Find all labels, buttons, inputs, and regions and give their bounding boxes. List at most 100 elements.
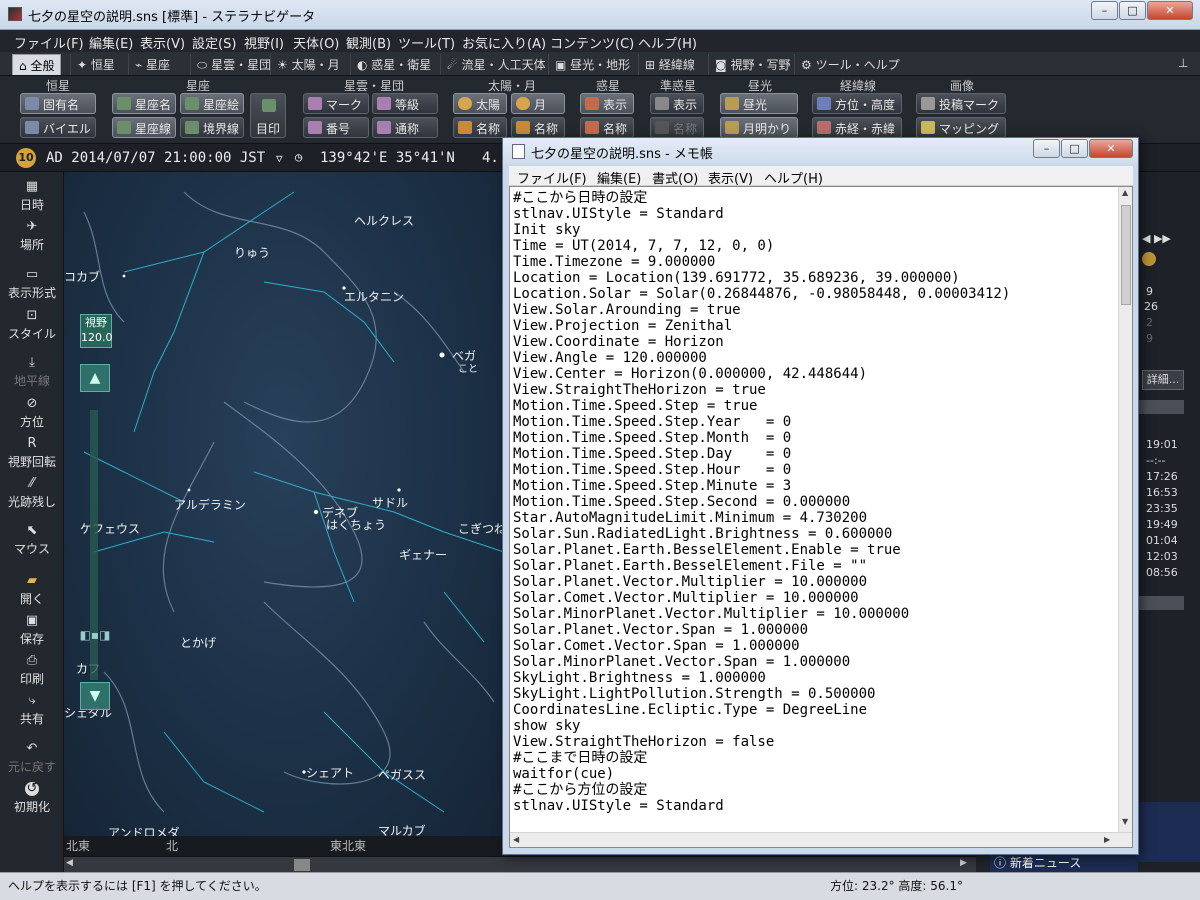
tab-stars[interactable]: ✦ 恒星	[70, 54, 121, 75]
script-line[interactable]: Time.Timezone = 9.000000	[513, 254, 1113, 270]
script-line[interactable]: Motion.Time.Speed.Step.Month = 0	[513, 430, 1113, 446]
script-line[interactable]: Star.AutoMagnitudeLimit.Minimum = 4.7302…	[513, 510, 1113, 526]
tab-nebulae[interactable]: ⬭ 星雲・星団	[190, 54, 277, 75]
script-line[interactable]: Location.Solar = Solar(0.26844876, -0.98…	[513, 286, 1113, 302]
nebula-mark-button[interactable]: マーク	[303, 93, 369, 114]
dropdown-icon[interactable]: ▽	[276, 152, 283, 165]
sidebar-datetime[interactable]: ▦ 日時	[0, 180, 64, 213]
script-line[interactable]: Solar.Planet.Earth.BesselElement.File = …	[513, 558, 1113, 574]
maximize-button[interactable]: □	[1119, 1, 1146, 20]
script-line[interactable]: Motion.Time.Speed.Step = true	[513, 398, 1113, 414]
script-line[interactable]: #ここまで日時の設定	[513, 750, 1113, 766]
sidebar-location[interactable]: ✈ 場所	[0, 220, 64, 253]
panel-nav-icon[interactable]: ◀ ▶▶	[1142, 232, 1171, 245]
script-line[interactable]: Time = UT(2014, 7, 7, 12, 0, 0)	[513, 238, 1113, 254]
tab-meteors[interactable]: ☄ 流星・人工天体	[440, 54, 552, 75]
menu-edit[interactable]: 編集(E)	[89, 33, 133, 52]
sun-name-button[interactable]: 名称	[453, 117, 507, 138]
nebula-magnitude-button[interactable]: 等級	[372, 93, 438, 114]
script-line[interactable]: waitfor(cue)	[513, 766, 1113, 782]
scroll-thumb[interactable]	[294, 859, 310, 871]
moonlight-button[interactable]: 月明かり	[720, 117, 798, 138]
moon-button[interactable]: 月	[511, 93, 565, 114]
constellation-mark-button[interactable]: 目印	[250, 93, 286, 138]
menu-observe[interactable]: 観測(B)	[346, 33, 391, 52]
location-readout[interactable]: 139°42'E 35°41'N	[320, 150, 455, 166]
script-line[interactable]: SkyLight.Brightness = 1.000000	[513, 670, 1113, 686]
minimize-button[interactable]: –	[1091, 1, 1118, 20]
news-bar[interactable]: ⓘ 新着ニュース	[990, 852, 1138, 872]
menu-file[interactable]: ファイル(F)	[14, 33, 84, 52]
now-icon[interactable]: ◷	[295, 150, 302, 164]
zoom-handle[interactable]: ◧▪◨	[76, 628, 114, 646]
sky-view[interactable]: りゅう ヘルクレス エルタニン ベガ こと コカブ アルデラミン デネブ はくち…	[64, 172, 504, 836]
planet-name-button[interactable]: 名称	[580, 117, 634, 138]
script-line[interactable]: stlnav.UIStyle = Standard	[513, 206, 1113, 222]
mapping-button[interactable]: マッピング	[916, 117, 1006, 138]
moon-name-button[interactable]: 名称	[511, 117, 565, 138]
dwarf-planet-show-button[interactable]: 表示	[650, 93, 704, 114]
sidebar-print[interactable]: ⎙ 印刷	[0, 654, 64, 687]
sidebar-rotate-view[interactable]: R 視野回転	[0, 437, 64, 470]
notepad-menu-help[interactable]: ヘルプ(H)	[764, 168, 823, 187]
menu-field[interactable]: 視野(I)	[244, 33, 284, 52]
sidebar-undo[interactable]: ↶ 元に戻す	[0, 742, 64, 775]
script-line[interactable]: Solar.Sun.RadiatedLight.Brightness = 0.6…	[513, 526, 1113, 542]
scroll-down-icon[interactable]: ▼	[1122, 817, 1128, 826]
script-text[interactable]: #ここから日時の設定 stlnav.UIStyle = Standard Init …	[513, 190, 1113, 814]
sidebar-save[interactable]: ▣ 保存	[0, 614, 64, 647]
constellation-name-button[interactable]: 星座名	[112, 93, 176, 114]
zoom-out-button[interactable]: ▼	[80, 682, 110, 710]
sidebar-display-format[interactable]: ▭ 表示形式	[0, 268, 64, 301]
constellation-picture-button[interactable]: 星座絵	[180, 93, 244, 114]
script-line[interactable]: Solar.Planet.Earth.BesselElement.Enable …	[513, 542, 1113, 558]
sidebar-direction[interactable]: ⊘ 方位	[0, 397, 64, 430]
sidebar-share[interactable]: ⤷ 共有	[0, 694, 64, 727]
script-line[interactable]: Motion.Time.Speed.Step.Second = 0.000000	[513, 494, 1113, 510]
script-line[interactable]: Solar.Comet.Vector.Multiplier = 10.00000…	[513, 590, 1113, 606]
daylight-button[interactable]: 昼光	[720, 93, 798, 114]
tab-field-of-view[interactable]: ◙ 視野・写野	[708, 54, 796, 75]
boundary-button[interactable]: 境界線	[180, 117, 244, 138]
notepad-menu-edit[interactable]: 編集(E)	[597, 168, 641, 187]
script-line[interactable]: View.Projection = Zenithal	[513, 318, 1113, 334]
menu-settings[interactable]: 設定(S)	[192, 33, 236, 52]
sidebar-style[interactable]: ⊡ スタイル	[0, 309, 64, 342]
notepad-maximize-button[interactable]: □	[1061, 139, 1088, 158]
notepad-menu-format[interactable]: 書式(O)	[652, 168, 698, 187]
notepad-text-area[interactable]: #ここから日時の設定 stlnav.UIStyle = Standard Init …	[509, 186, 1133, 848]
sidebar-open[interactable]: ▰ 開く	[0, 574, 64, 607]
script-line[interactable]: #ここから日時の設定	[513, 190, 1113, 206]
script-line[interactable]: Solar.Planet.Vector.Multiplier = 10.0000…	[513, 574, 1113, 590]
sidebar-trails[interactable]: ⁄⁄ 光跡残し	[0, 477, 64, 510]
notepad-horizontal-scrollbar[interactable]: ◀ ▶	[510, 832, 1132, 847]
script-line[interactable]: Motion.Time.Speed.Step.Minute = 3	[513, 478, 1113, 494]
script-line[interactable]: show sky	[513, 718, 1113, 734]
tab-constellations[interactable]: ⌁ 星座	[128, 54, 176, 75]
tab-general[interactable]: ⌂ 全般	[12, 54, 62, 75]
sidebar-horizon[interactable]: ⤓ 地平線	[0, 356, 64, 389]
script-line[interactable]: Motion.Time.Speed.Step.Day = 0	[513, 446, 1113, 462]
script-line[interactable]: Solar.Comet.Vector.Span = 1.000000	[513, 638, 1113, 654]
menu-contents[interactable]: コンテンツ(C)	[550, 33, 634, 52]
azimuth-altitude-button[interactable]: 方位・高度	[812, 93, 902, 114]
scroll-right-icon[interactable]: ▶	[960, 858, 967, 868]
notepad-scroll-thumb[interactable]	[1121, 205, 1131, 305]
script-line[interactable]: Init sky	[513, 222, 1113, 238]
detail-button[interactable]: 詳細...	[1142, 370, 1184, 390]
tab-daylight-terrain[interactable]: ▣ 昼光・地形	[548, 54, 636, 75]
tab-planets[interactable]: ◐ 惑星・衛星	[350, 54, 437, 75]
script-line[interactable]: Solar.Planet.Vector.Span = 1.000000	[513, 622, 1113, 638]
constellation-line-button[interactable]: 星座線	[112, 117, 176, 138]
script-line[interactable]: View.Solar.Arounding = true	[513, 302, 1113, 318]
post-mark-button[interactable]: 投稿マーク	[916, 93, 1006, 114]
menu-objects[interactable]: 天体(O)	[293, 33, 339, 52]
scroll-up-icon[interactable]: ▲	[1122, 188, 1128, 197]
sun-button[interactable]: 太陽	[453, 93, 507, 114]
script-line[interactable]: View.Angle = 120.000000	[513, 350, 1113, 366]
script-line[interactable]: Solar.MinorPlanet.Vector.Span = 1.000000	[513, 654, 1113, 670]
tab-tools-help[interactable]: ⚙ ツール・ヘルプ	[794, 54, 906, 75]
planet-show-button[interactable]: 表示	[580, 93, 634, 114]
notepad-menu-view[interactable]: 表示(V)	[708, 168, 753, 187]
menu-view[interactable]: 表示(V)	[140, 33, 185, 52]
